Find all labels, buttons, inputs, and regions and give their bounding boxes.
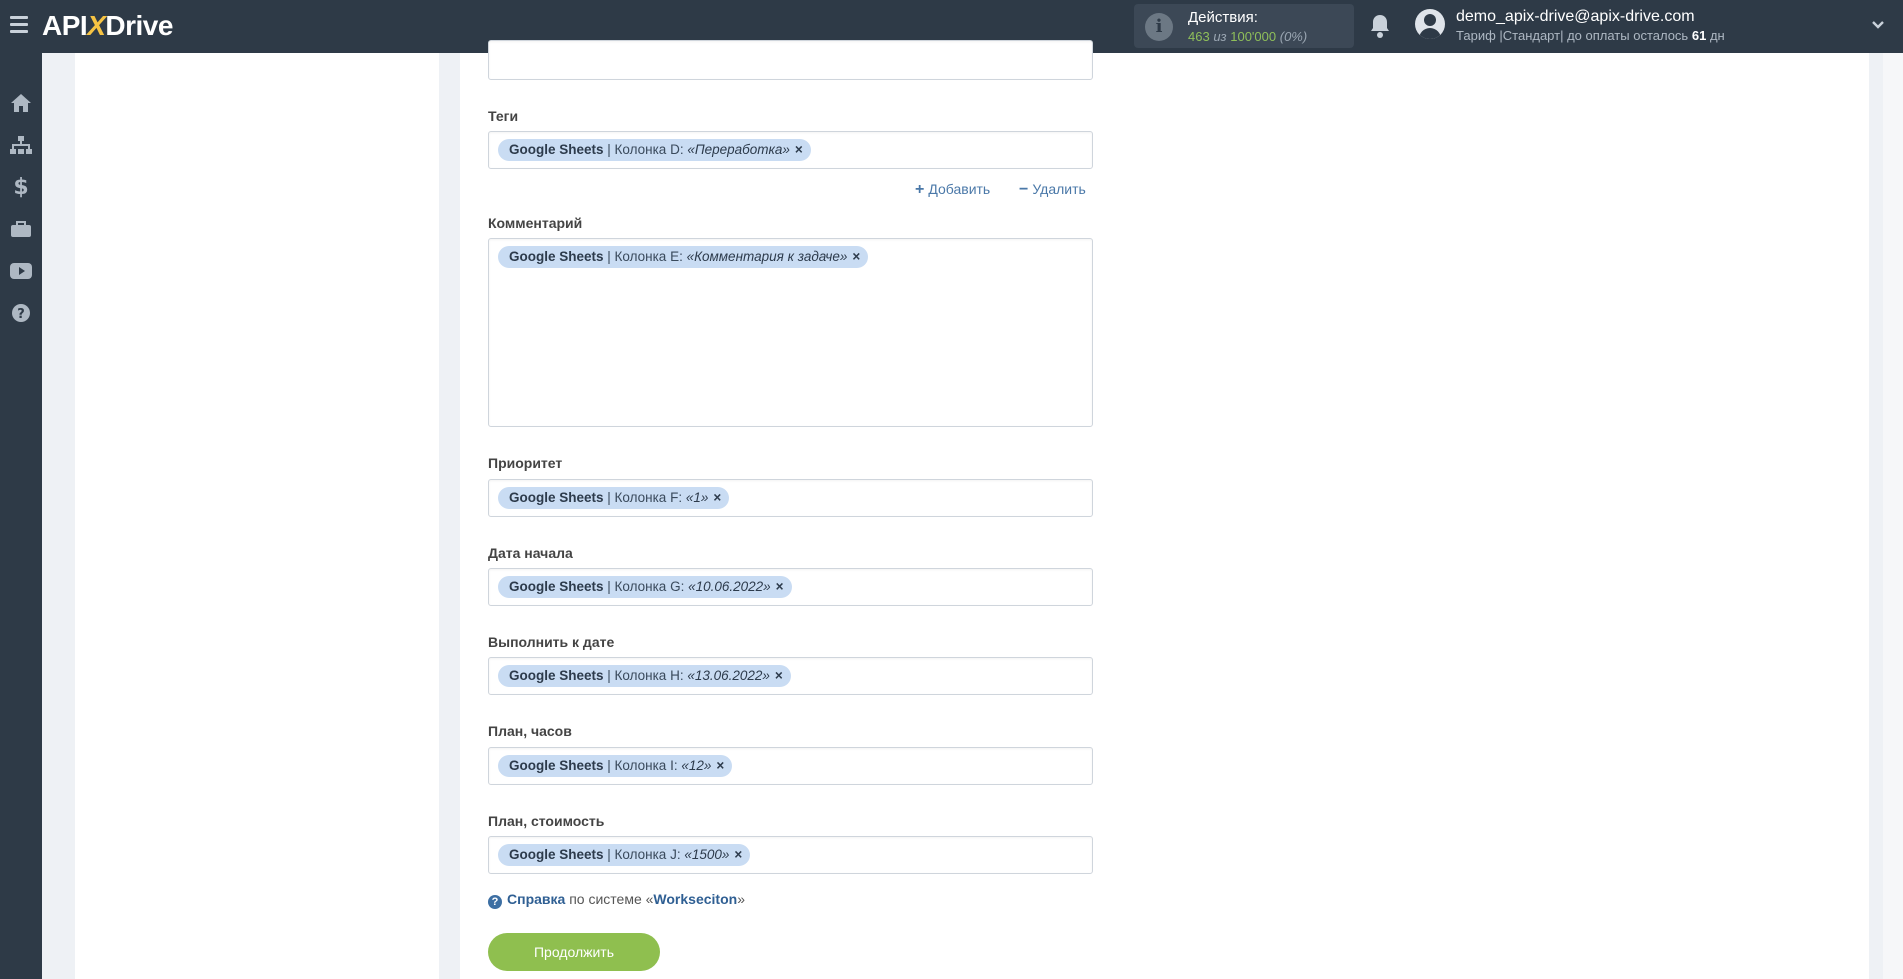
sidebar: $ ? — [0, 53, 42, 979]
left-panel — [75, 53, 439, 979]
chip-remove-icon[interactable]: × — [713, 487, 721, 509]
add-tag-button[interactable]: + Добавить — [915, 181, 990, 199]
field-label-plan-cost: План, стоимость — [488, 813, 605, 829]
sitemap-icon[interactable] — [0, 125, 42, 165]
field-label-tags: Теги — [488, 108, 519, 124]
logo[interactable]: APIXDrive — [42, 10, 173, 42]
tag-chip[interactable]: Google Sheets | Колонка J: «1500» × — [498, 844, 751, 866]
actions-label: Действия: — [1188, 9, 1258, 26]
youtube-icon[interactable] — [0, 251, 42, 291]
help-icon[interactable]: ? — [0, 293, 42, 333]
user-email[interactable]: demo_apix-drive@apix-drive.com — [1456, 8, 1695, 26]
avatar[interactable] — [1415, 9, 1445, 39]
comment-textarea[interactable]: Google Sheets | Колонка E: «Комментария … — [488, 238, 1093, 427]
tag-chip[interactable]: Google Sheets | Колонка F: «1» × — [498, 487, 730, 509]
tag-chip[interactable]: Google Sheets | Колонка E: «Комментария … — [498, 246, 869, 268]
chip-remove-icon[interactable]: × — [716, 755, 724, 777]
field-label-plan-hours: План, часов — [488, 723, 572, 739]
field-label-due-date: Выполнить к дате — [488, 634, 615, 650]
question-icon: ? — [488, 895, 502, 909]
chip-remove-icon[interactable]: × — [795, 139, 803, 161]
remove-tag-button[interactable]: − Удалить — [1019, 181, 1086, 199]
start-date-input[interactable]: Google Sheets | Колонка G: «10.06.2022» × — [488, 568, 1093, 606]
actions-count: 463 из 100'000 (0%) — [1188, 29, 1308, 44]
tags-input[interactable]: Google Sheets | Колонка D: «Переработка»… — [488, 131, 1093, 169]
svg-text:?: ? — [17, 307, 25, 322]
menu-icon[interactable] — [10, 16, 28, 34]
priority-input[interactable]: Google Sheets | Колонка F: «1» × — [488, 479, 1093, 517]
home-icon[interactable] — [0, 83, 42, 123]
help-line: ? Справка по системе «Workseciton» — [488, 891, 745, 909]
help-link[interactable]: Справка — [507, 891, 565, 907]
chevron-down-icon[interactable] — [1871, 18, 1885, 32]
chip-remove-icon[interactable]: × — [734, 844, 742, 866]
field-label-comment: Комментарий — [488, 215, 583, 231]
tag-chip[interactable]: Google Sheets | Колонка I: «12» × — [498, 755, 733, 777]
chip-remove-icon[interactable]: × — [852, 246, 860, 268]
due-date-input[interactable]: Google Sheets | Колонка H: «13.06.2022» × — [488, 657, 1093, 695]
tag-chip[interactable]: Google Sheets | Колонка D: «Переработка»… — [498, 139, 811, 161]
scrollbar[interactable] — [1883, 53, 1903, 979]
chip-remove-icon[interactable]: × — [776, 576, 784, 598]
previous-field-input[interactable] — [488, 40, 1093, 80]
field-label-start-date: Дата начала — [488, 545, 573, 561]
tag-chip[interactable]: Google Sheets | Колонка G: «10.06.2022» × — [498, 576, 792, 598]
system-link[interactable]: Workseciton — [653, 891, 737, 907]
actions-counter[interactable]: i Действия: 463 из 100'000 (0%) — [1134, 4, 1354, 48]
tag-chip[interactable]: Google Sheets | Колонка H: «13.06.2022» × — [498, 665, 791, 687]
briefcase-icon[interactable] — [0, 209, 42, 249]
plan-hours-input[interactable]: Google Sheets | Колонка I: «12» × — [488, 747, 1093, 785]
dollar-icon[interactable]: $ — [0, 167, 42, 207]
bell-icon[interactable] — [1368, 13, 1392, 39]
user-plan: Тариф |Стандарт| до оплаты осталось 61 д… — [1456, 28, 1725, 43]
plan-cost-input[interactable]: Google Sheets | Колонка J: «1500» × — [488, 836, 1093, 874]
chip-remove-icon[interactable]: × — [775, 665, 783, 687]
field-label-priority: Приоритет — [488, 455, 563, 471]
info-icon: i — [1145, 13, 1173, 41]
continue-button[interactable]: Продолжить — [488, 933, 660, 971]
